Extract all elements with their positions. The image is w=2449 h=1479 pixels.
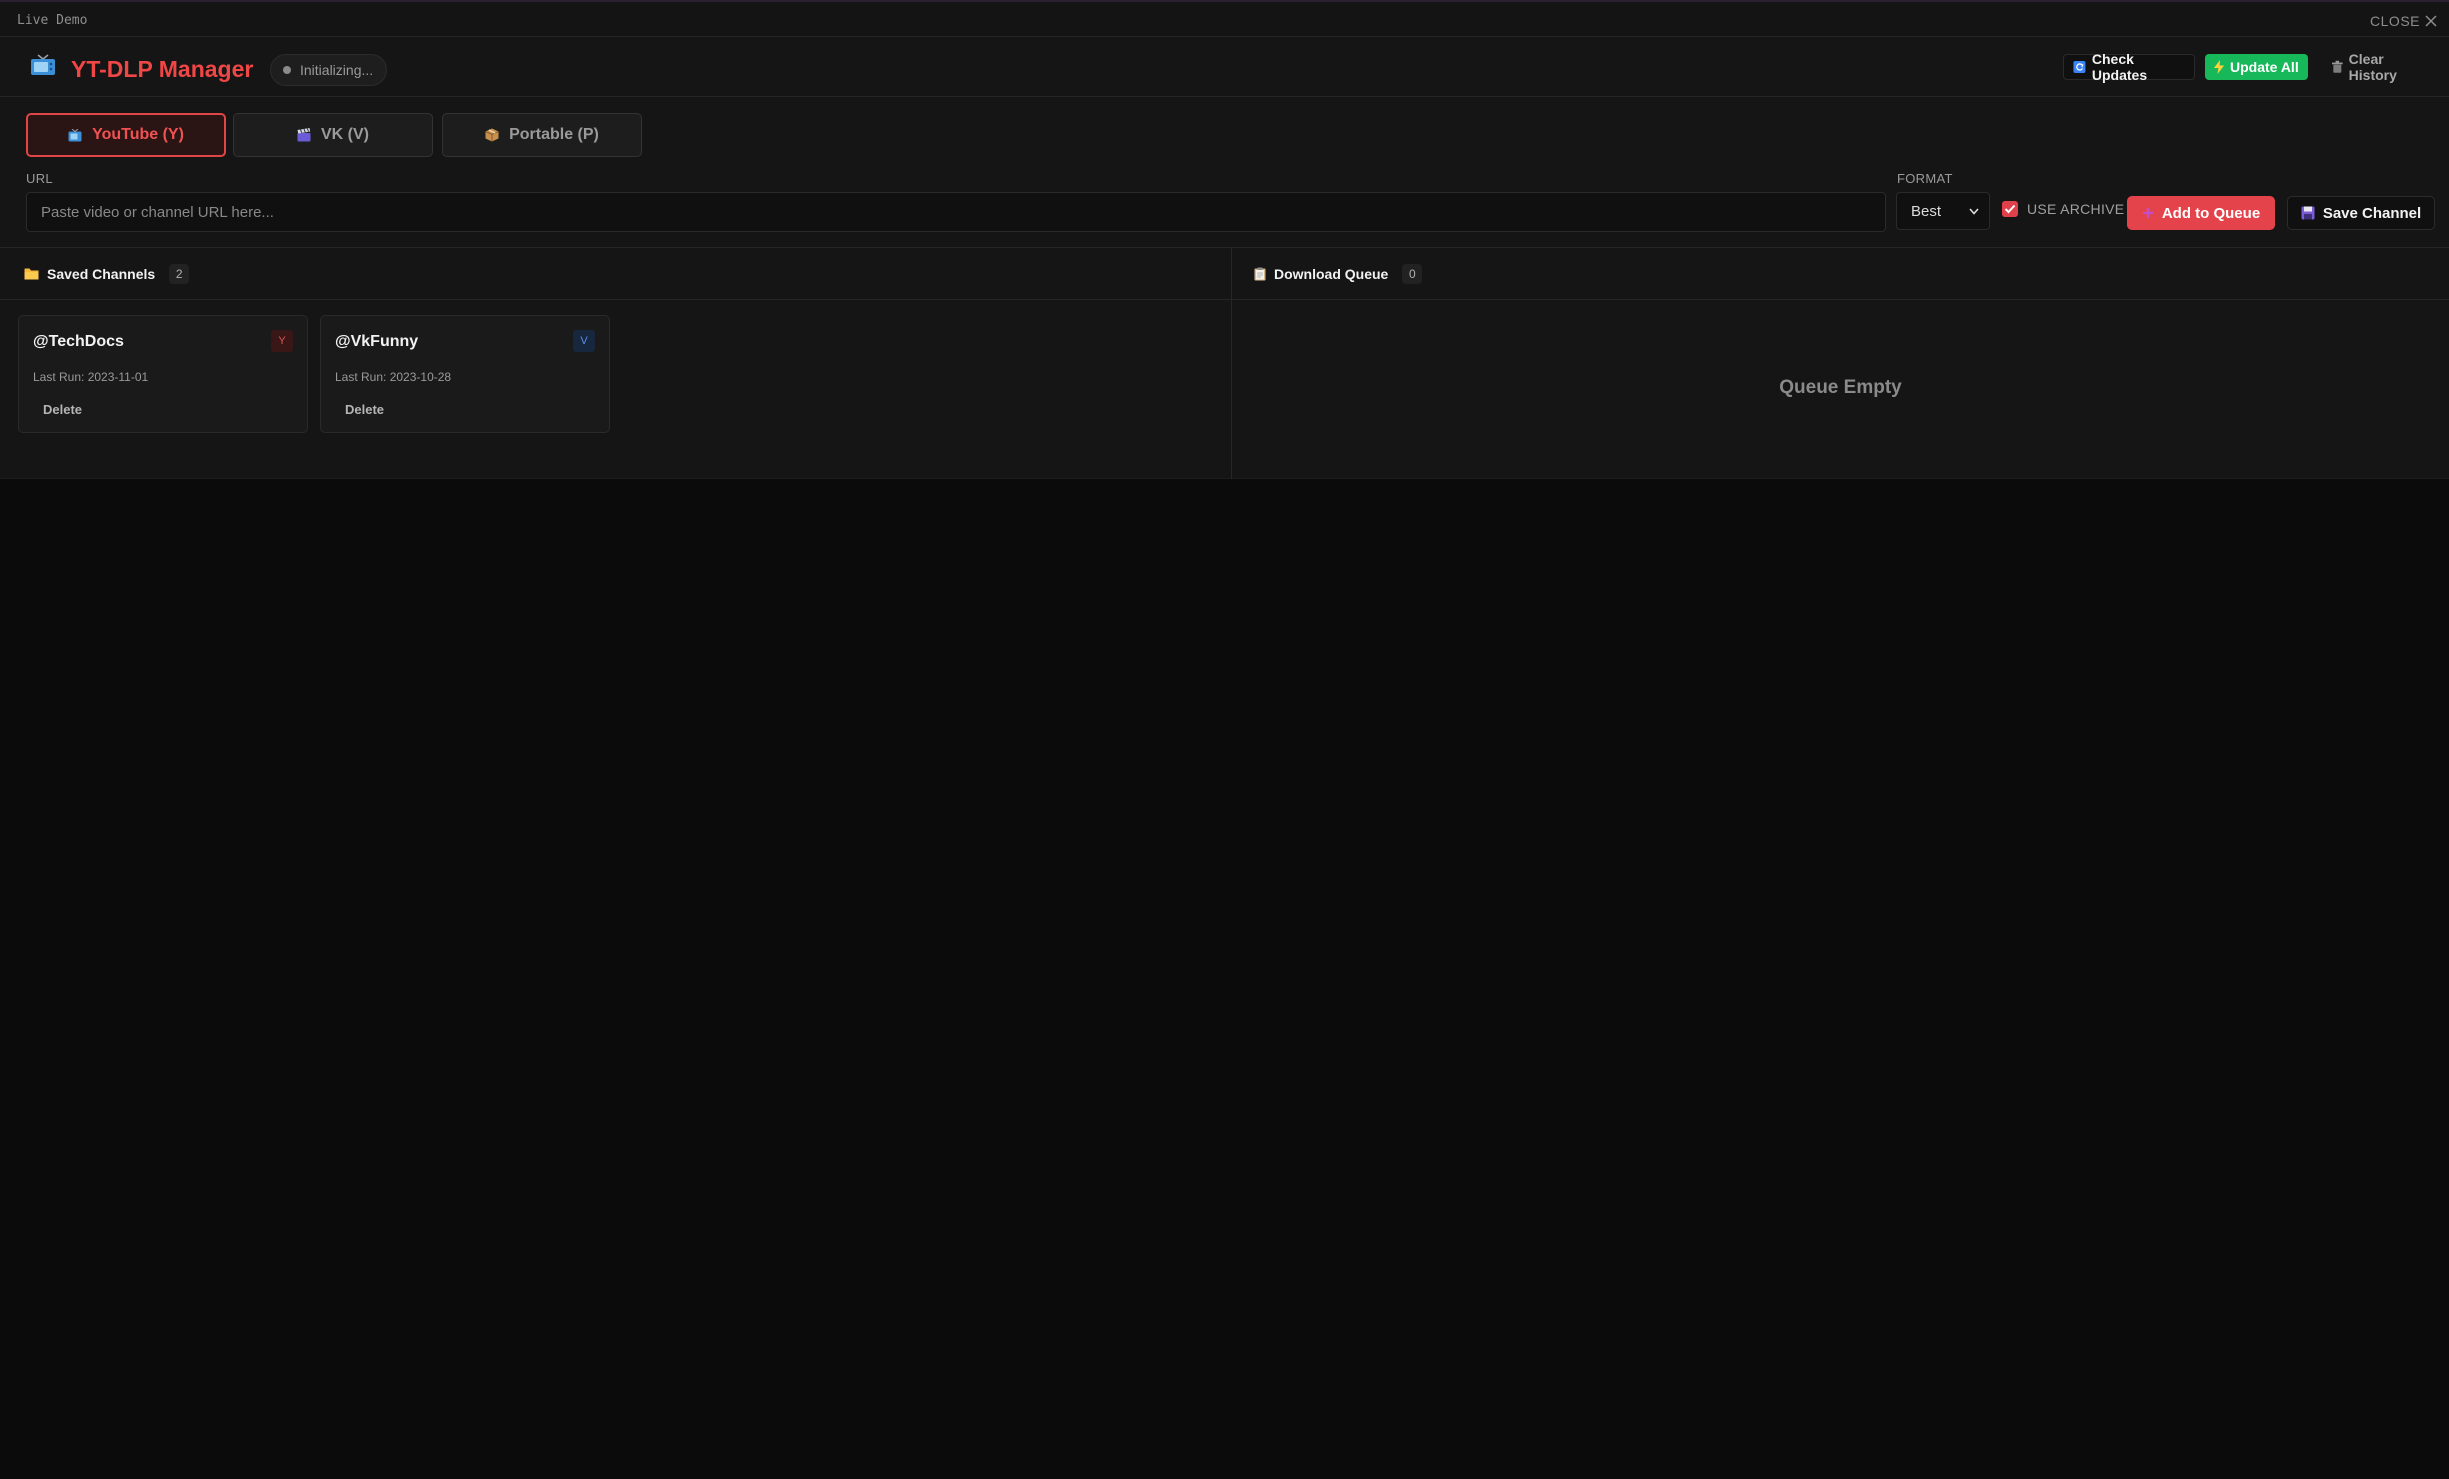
queue-empty-message: Queue Empty <box>1779 377 1902 398</box>
channel-last-run: Last Run: 2023-10-28 <box>335 370 452 384</box>
saved-channels-header: Saved Channels 2 <box>0 248 1231 300</box>
save-channel-label: Save Channel <box>2322 204 2422 222</box>
check-updates-button[interactable]: Check Updates <box>2063 51 2195 83</box>
checkmark-icon <box>2004 204 2016 214</box>
tab-youtube[interactable]: YouTube (Y) <box>26 113 226 157</box>
channel-card: @TechDocs Y Last Run: 2023-11-01 Delete <box>18 315 308 433</box>
close-label: CLOSE <box>2370 13 2420 29</box>
format-select[interactable]: Best <box>1896 192 1990 230</box>
channel-name: @TechDocs <box>33 333 124 350</box>
delete-channel-button[interactable]: Delete <box>43 402 82 417</box>
plus-icon <box>2142 208 2153 218</box>
chevron-down-icon <box>1969 207 1979 215</box>
status-badge: Initializing... <box>270 54 388 86</box>
saved-channels-title: Saved Channels <box>47 265 156 282</box>
floppy-disk-icon <box>2301 206 2315 220</box>
update-all-button[interactable]: Update All <box>2205 54 2308 80</box>
tab-youtube-label: YouTube (Y) <box>92 126 184 143</box>
tab-vk[interactable]: VK (V) <box>233 113 433 157</box>
tab-portable-label: Portable (P) <box>509 126 599 143</box>
check-updates-label: Check Updates <box>2091 51 2148 83</box>
status-text: Initializing... <box>300 62 374 78</box>
app-window: YT-DLP Manager Initializing... Check Upd… <box>0 37 2449 479</box>
update-all-label: Update All <box>2230 59 2299 75</box>
clear-history-button[interactable]: Clear History <box>2323 51 2435 83</box>
url-input[interactable] <box>26 192 1886 232</box>
clear-history-label: Clear History <box>2348 51 2397 83</box>
save-channel-button[interactable]: Save Channel <box>2287 196 2435 230</box>
folder-icon <box>24 268 39 280</box>
clapperboard-icon <box>297 128 311 142</box>
use-archive-checkbox[interactable] <box>2002 201 2018 217</box>
add-to-queue-label: Add to Queue <box>2161 204 2261 222</box>
format-label: FORMAT <box>1897 171 1953 186</box>
channel-card: @VkFunny V Last Run: 2023-10-28 Delete <box>320 315 610 433</box>
saved-channels-count: 2 <box>169 263 190 284</box>
platform-badge: V <box>573 330 595 352</box>
refresh-icon <box>2073 61 2086 73</box>
platform-badge: Y <box>271 330 293 352</box>
tv-icon <box>68 128 82 141</box>
app-title: YT-DLP Manager <box>71 56 254 82</box>
close-button[interactable]: CLOSE <box>2370 13 2437 29</box>
close-icon <box>2425 15 2437 27</box>
format-value: Best <box>1911 202 1942 220</box>
add-to-queue-button[interactable]: Add to Queue <box>2127 196 2275 230</box>
use-archive-toggle: USE ARCHIVE <box>2002 201 2124 217</box>
app-header: YT-DLP Manager Initializing... Check Upd… <box>0 37 2449 97</box>
download-queue-header: Download Queue 0 <box>1232 248 2449 300</box>
download-queue-count: 0 <box>1402 263 1423 284</box>
package-icon <box>485 128 499 142</box>
delete-channel-button[interactable]: Delete <box>345 402 384 417</box>
channel-name: @VkFunny <box>335 333 419 350</box>
trash-icon <box>2332 60 2343 73</box>
lightning-icon <box>2214 60 2224 74</box>
clipboard-icon <box>1254 267 1266 280</box>
demo-label: Live Demo <box>17 13 88 28</box>
channel-last-run: Last Run: 2023-11-01 <box>33 370 149 384</box>
url-label: URL <box>26 171 53 186</box>
tab-portable[interactable]: Portable (P) <box>442 113 642 157</box>
tv-icon <box>31 54 55 75</box>
tab-vk-label: VK (V) <box>321 126 369 143</box>
status-dot-icon <box>283 66 291 74</box>
download-queue-title: Download Queue <box>1274 265 1389 282</box>
use-archive-label: USE ARCHIVE <box>2027 201 2125 217</box>
demo-bar: Live Demo CLOSE <box>0 0 2449 37</box>
